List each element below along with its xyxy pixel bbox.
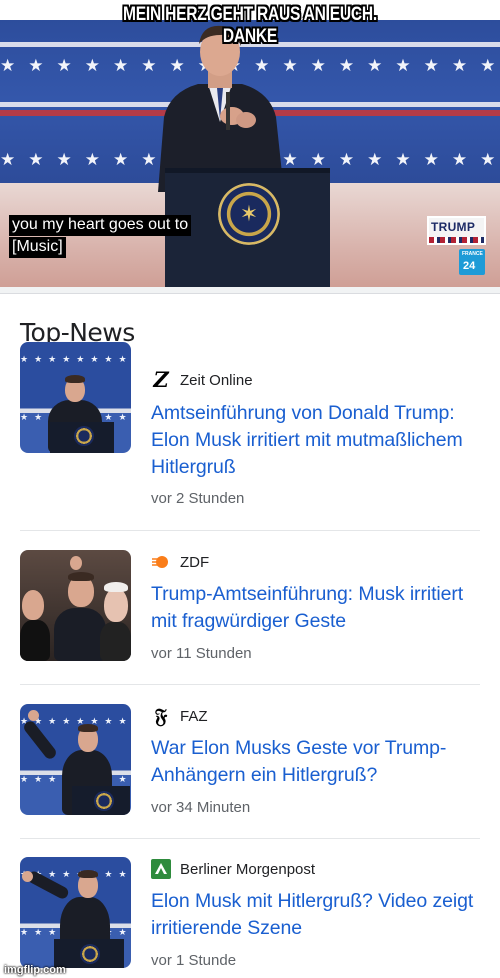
figure-hand <box>70 556 82 570</box>
figure-hair <box>104 582 128 592</box>
presidential-seal <box>80 944 100 964</box>
figure-head <box>22 590 44 620</box>
figure-head <box>104 588 128 622</box>
zdf-icon <box>151 552 171 572</box>
figure-hair <box>78 870 98 878</box>
presidential-seal <box>94 791 114 811</box>
panel-divider <box>0 287 500 294</box>
france24-logo-number: 24 <box>463 260 476 272</box>
trump-logo-text: TRUMP <box>431 220 476 234</box>
morgenpost-icon <box>151 859 171 879</box>
news-thumbnail[interactable] <box>20 550 131 661</box>
zdf-icon <box>152 556 168 568</box>
meme-caption: MEIN HERZ GEHT RAUS AN EUCH. DANKE <box>0 4 500 48</box>
figure-body <box>100 622 131 661</box>
faz-icon: 𝔉 <box>154 704 168 728</box>
news-time: vor 11 Stunden <box>151 645 252 662</box>
separator <box>20 838 480 839</box>
figure-body <box>20 620 50 661</box>
source-name: ZDF <box>180 553 210 571</box>
figure-hair <box>78 724 98 732</box>
france24-logo: FRANCE 24 <box>459 249 485 275</box>
meme-line-2: DANKE <box>222 26 278 47</box>
presidential-seal <box>74 426 94 446</box>
news-time: vor 1 Stunde <box>151 952 237 969</box>
news-source: Z Zeit Online <box>151 367 253 392</box>
star-row: ★★★★★★★★★★★★★★★★★★★★★★ <box>20 354 131 364</box>
news-time: vor 34 Minuten <box>151 799 251 816</box>
news-source: 𝔉 FAZ <box>151 706 208 726</box>
caption-line-2: [Music] <box>9 237 66 258</box>
video-frame[interactable]: ★★★★★★★★★★★★★★★★★★★★★★ ★★★★★★★★★★★★★★★★★… <box>0 0 500 287</box>
separator <box>20 684 480 685</box>
news-thumbnail[interactable]: ★★★★★★★★★★★★★★★★★★★★★★ ★★★★★★★★★★★★★★★★★… <box>20 704 131 815</box>
news-headline-link[interactable]: Trump-Amtseinführung: Musk irritiert mit… <box>151 581 486 635</box>
figure-body <box>54 608 106 661</box>
news-thumbnail[interactable]: ★★★★★★★★★★★★★★★★★★★★★★ ★★★★★★★★★★★★★★★★★… <box>20 857 131 968</box>
separator <box>20 530 480 531</box>
news-source: ZDF <box>151 552 209 572</box>
news-headline-link[interactable]: War Elon Musks Geste vor Trump-Anhängern… <box>151 735 486 789</box>
flag-stripe <box>429 237 484 243</box>
zeit-online-icon: Z <box>153 367 169 392</box>
figure-hair <box>65 375 85 383</box>
caption-line-1: you my heart goes out to <box>9 215 192 236</box>
imgflip-watermark: imgflip.com <box>4 964 66 976</box>
meme-line-1: MEIN HERZ GEHT RAUS AN EUCH. <box>123 4 377 25</box>
eagle-icon: ✶ <box>239 201 259 226</box>
trump-logo: TRUMP <box>427 216 486 245</box>
source-name: FAZ <box>180 707 208 725</box>
france24-logo-text: FRANCE <box>462 251 483 257</box>
closed-captions: you my heart goes out to [Music] <box>9 215 192 258</box>
source-name: Berliner Morgenpost <box>180 860 316 878</box>
news-time: vor 2 Stunden <box>151 490 245 507</box>
figure-hand <box>28 710 39 721</box>
news-source: Berliner Morgenpost <box>151 859 315 879</box>
news-headline-link[interactable]: Elon Musk mit Hitlergruß? Video zeigt ir… <box>151 888 486 942</box>
source-name: Zeit Online <box>180 371 253 389</box>
news-headline-link[interactable]: Amtseinführung von Donald Trump: Elon Mu… <box>151 400 486 481</box>
morgenpost-icon <box>151 859 171 879</box>
figure-hair <box>68 572 94 581</box>
figure-hand <box>22 871 33 882</box>
news-thumbnail[interactable]: ★★★★★★★★★★★★★★★★★★★★★★ ★★★★★★★★★★★★★★★★★… <box>20 342 131 453</box>
